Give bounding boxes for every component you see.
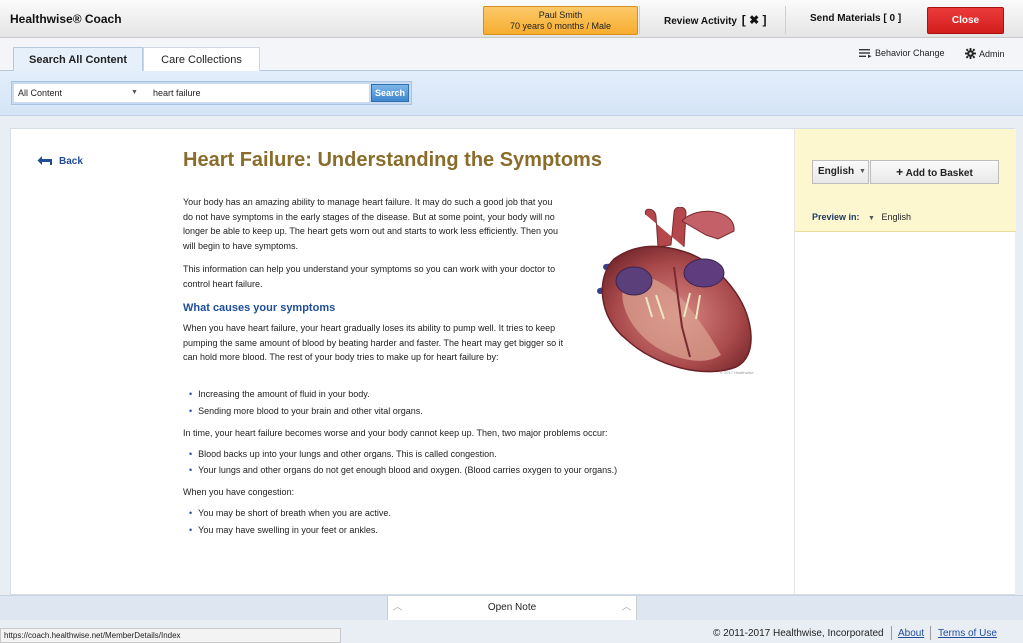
page-title: Heart Failure: Understanding the Symptom…: [183, 149, 602, 171]
chevron-up-icon[interactable]: ︿: [387, 596, 407, 620]
search-scope-value: All Content: [18, 88, 63, 98]
search-scope-select[interactable]: All Content ▼: [14, 84, 149, 102]
section-heading: What causes your symptoms: [183, 302, 336, 314]
review-activity-button[interactable]: Review Activity [ ✖ ]: [664, 13, 769, 27]
copyright-text: © 2011-2017 Healthwise, Incorporated: [713, 628, 884, 639]
preview-language[interactable]: Preview in: ▼ English: [812, 212, 911, 222]
add-to-basket-label: Add to Basket: [905, 168, 973, 179]
intro-paragraph-1: Your body has an amazing ability to mana…: [183, 197, 559, 251]
preview-label: Preview in:: [812, 212, 860, 222]
behavior-change-icon: [859, 49, 872, 58]
status-url: https://coach.healthwise.net/MemberDetai…: [0, 628, 341, 643]
list-item: You may have swelling in your feet or an…: [189, 525, 378, 535]
back-arrow-icon: [37, 156, 52, 165]
language-value: English: [818, 166, 855, 177]
tab-care-collections[interactable]: Care Collections: [143, 47, 260, 72]
patient-details: 70 years 0 months / Male: [509, 21, 612, 31]
send-materials-label: Send Materials: [810, 13, 881, 24]
plus-icon: +: [896, 165, 904, 179]
back-label: Back: [59, 155, 83, 167]
admin-link[interactable]: Admin: [965, 48, 1005, 59]
patient-name: Paul Smith: [538, 10, 583, 20]
send-materials-button[interactable]: Send Materials [ 0 ]: [810, 13, 901, 24]
chevron-down-icon: ▼: [868, 215, 875, 222]
chevron-down-icon: ▼: [131, 89, 138, 96]
close-button[interactable]: Close: [927, 7, 1004, 34]
admin-label: Admin: [979, 48, 1005, 59]
review-activity-value: [ ✖ ]: [741, 13, 767, 27]
list-item: Increasing the amount of fluid in your b…: [189, 389, 369, 399]
search-button[interactable]: Search: [371, 84, 409, 102]
search-bar: All Content ▼ Search: [0, 71, 1023, 116]
divider: [891, 626, 892, 640]
list-item: Blood backs up into your lungs and other…: [189, 449, 497, 459]
right-sidebar: English ▼ + Add to Basket Preview in: ▼ …: [794, 129, 1016, 594]
note-bar: ︿ Open Note ︿: [0, 595, 1023, 620]
divider: [785, 6, 786, 34]
chevron-up-icon[interactable]: ︿: [617, 596, 637, 620]
list-item: You may be short of breath when you are …: [189, 508, 391, 518]
section-paragraph-1: When you have heart failure, your heart …: [183, 323, 564, 362]
top-bar: Healthwise® Coach Paul Smith 70 years 0 …: [0, 0, 1023, 38]
language-select[interactable]: English ▼: [812, 160, 869, 184]
list-item: Sending more blood to your brain and oth…: [189, 406, 423, 416]
divider: [639, 6, 640, 34]
back-button[interactable]: Back: [37, 155, 83, 167]
image-credit: © 2017 Healthwise: [720, 370, 754, 375]
review-activity-label: Review Activity: [664, 16, 737, 27]
terms-link[interactable]: Terms of Use: [938, 628, 997, 639]
search-group: All Content ▼ Search: [11, 81, 412, 105]
patient-badge[interactable]: Paul Smith 70 years 0 months / Male: [483, 6, 638, 35]
tab-search-all-content[interactable]: Search All Content: [13, 47, 143, 72]
heart-illustration: [597, 207, 752, 373]
preview-language-value: English: [881, 212, 912, 222]
chevron-down-icon: ▼: [859, 168, 866, 175]
add-to-basket-button[interactable]: + Add to Basket: [870, 160, 999, 184]
divider: [930, 626, 931, 640]
search-input[interactable]: [149, 84, 369, 102]
footer: https://coach.healthwise.net/MemberDetai…: [0, 620, 1023, 643]
app-title: Healthwise® Coach: [10, 12, 122, 26]
sidebar-header: English ▼ + Add to Basket Preview in: ▼ …: [795, 129, 1016, 232]
behavior-change-link[interactable]: Behavior Change: [859, 48, 945, 58]
send-materials-count: [ 0 ]: [883, 13, 902, 24]
behavior-change-label: Behavior Change: [875, 48, 945, 58]
section-paragraph-2: In time, your heart failure becomes wors…: [183, 428, 608, 438]
list-item: Your lungs and other organs do not get e…: [189, 465, 617, 475]
gear-icon: [965, 48, 976, 59]
intro-paragraph-2: This information can help you understand…: [183, 264, 556, 289]
open-note-button[interactable]: Open Note: [407, 596, 617, 620]
section-paragraph-3: When you have congestion:: [183, 487, 295, 497]
about-link[interactable]: About: [898, 628, 924, 639]
content-panel: Back Heart Failure: Understanding the Sy…: [10, 128, 1016, 595]
